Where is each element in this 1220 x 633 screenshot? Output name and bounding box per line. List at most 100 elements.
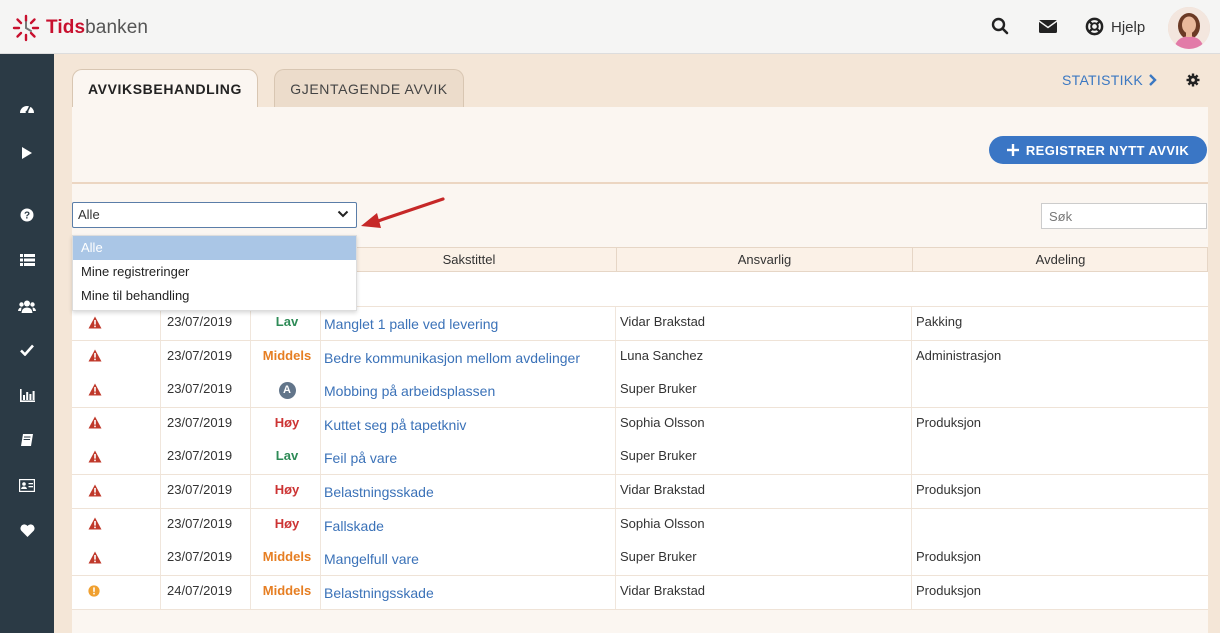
chevron-right-icon: [1149, 74, 1157, 86]
table-row[interactable]: 23/07/2019 Lav Manglet 1 palle ved leverin…: [72, 307, 1208, 341]
filter-option-mine-til-behandling[interactable]: Mine til behandling: [73, 284, 356, 308]
table-row[interactable]: 23/07/2019 A Mobbing på arbeidsplassen Supe…: [72, 374, 1208, 409]
case-title-link[interactable]: Manglet 1 palle ved levering: [324, 307, 498, 340]
heart-icon[interactable]: [17, 520, 37, 540]
column-divider: [250, 374, 251, 408]
play-icon[interactable]: [17, 143, 37, 163]
column-header-sakstittel[interactable]: Sakstittel: [321, 248, 616, 271]
priority-label: Høy: [274, 414, 300, 430]
chevron-down-icon: [337, 210, 349, 218]
lifebuoy-icon[interactable]: [1083, 15, 1105, 37]
statistics-link[interactable]: STATISTIKK: [1062, 72, 1158, 88]
department-cell: Administrasjon: [916, 347, 1002, 363]
bar-chart-icon[interactable]: [17, 385, 37, 405]
warning-icon: [88, 374, 104, 407]
column-divider: [160, 407, 161, 441]
logo[interactable]: Tidsbanken: [12, 14, 148, 42]
case-title-link[interactable]: Fallskade: [324, 509, 384, 542]
filter-option-mine-registreringer[interactable]: Mine registreringer: [73, 260, 356, 284]
register-new-deviation-button[interactable]: REGISTRER NYTT AVVIK: [989, 136, 1207, 164]
column-divider: [911, 508, 912, 542]
check-icon[interactable]: [17, 340, 37, 360]
plus-icon: [1006, 144, 1019, 156]
column-divider: [615, 475, 616, 508]
gear-icon[interactable]: [1186, 73, 1200, 87]
table-row[interactable]: 23/07/2019 Middels Bedre kommunikasjon mel…: [72, 340, 1208, 375]
warning-icon: [88, 542, 104, 575]
column-divider: [615, 542, 616, 576]
responsible-cell: Luna Sanchez: [620, 347, 704, 363]
column-divider: [911, 407, 912, 441]
department-cell: Pakking: [916, 314, 963, 329]
avatar[interactable]: [1168, 7, 1210, 49]
table-row[interactable]: 23/07/2019 Høy Belastningsskade Vidar Braks…: [72, 475, 1208, 509]
warning-icon: [88, 509, 104, 542]
svg-text:?: ?: [24, 211, 30, 222]
book-icon[interactable]: [17, 430, 37, 450]
deviation-panel: REGISTRER NYTT AVVIK Alle Alle Mine regi…: [72, 107, 1208, 633]
column-divider: [160, 374, 161, 408]
column-header-avdeling[interactable]: Avdeling: [912, 248, 1208, 271]
column-divider: [911, 374, 912, 408]
dashboard-icon[interactable]: [17, 98, 37, 118]
logo-text-part2: banken: [85, 17, 149, 38]
help-link[interactable]: Hjelp: [1111, 19, 1145, 36]
column-divider: [615, 508, 616, 542]
case-title-link[interactable]: Kuttet seg på tapetkniv: [324, 408, 466, 441]
search-icon[interactable]: [989, 15, 1011, 37]
table-row[interactable]: 24/07/2019 Middels Belastningsskade Vidar B…: [72, 575, 1208, 610]
case-title-link[interactable]: Mobbing på arbeidsplassen: [324, 374, 495, 407]
case-title-link[interactable]: Feil på vare: [324, 441, 397, 474]
priority-label: Høy: [274, 515, 300, 531]
list-icon[interactable]: [17, 250, 37, 270]
date-cell: 23/07/2019: [167, 414, 233, 430]
column-divider: [250, 508, 251, 542]
date-cell: 23/07/2019: [167, 549, 233, 565]
column-divider: [160, 508, 161, 542]
tab-gjentagende-avvik[interactable]: GJENTAGENDE AVVIK: [274, 69, 464, 107]
column-divider: [250, 407, 251, 441]
id-card-icon[interactable]: [17, 475, 37, 495]
case-title-link[interactable]: Belastningsskade: [324, 475, 434, 508]
divider: [72, 182, 1208, 184]
table-row[interactable]: 23/07/2019 Middels Mangelfull vare Super Br…: [72, 542, 1208, 577]
date-cell: 23/07/2019: [167, 347, 233, 363]
column-divider: [911, 441, 912, 475]
responsible-cell: Sophia Olsson: [620, 515, 705, 531]
filter-option-alle[interactable]: Alle: [73, 236, 356, 260]
users-icon[interactable]: [17, 296, 37, 316]
table-row[interactable]: 23/07/2019 Høy Fallskade Sophia Olsson: [72, 508, 1208, 543]
department-cell: Produksjon: [916, 482, 982, 497]
case-title-link[interactable]: Mangelfull vare: [324, 542, 419, 575]
table-row[interactable]: 23/07/2019 Høy Kuttet seg på tapetkniv Soph…: [72, 407, 1208, 442]
statistics-link-label: STATISTIKK: [1062, 72, 1144, 88]
filter-select[interactable]: Alle: [72, 202, 357, 228]
column-header-ansvarlig[interactable]: Ansvarlig: [616, 248, 912, 271]
tab-avviksbehandling[interactable]: AVVIKSBEHANDLING: [72, 69, 258, 108]
department-cell: Produksjon: [916, 414, 982, 430]
case-title-link[interactable]: Belastningsskade: [324, 576, 434, 609]
table-row[interactable]: 23/07/2019 Lav Feil på vare Super Bruker: [72, 441, 1208, 476]
responsible-cell: Vidar Brakstad: [620, 482, 706, 497]
column-divider: [250, 475, 251, 508]
filter-dropdown: Alle Mine registreringer Mine til behand…: [72, 235, 357, 311]
warning-icon: [88, 441, 104, 474]
search-input[interactable]: [1041, 203, 1207, 229]
main-content: AVVIKSBEHANDLING GJENTAGENDE AVVIK STATI…: [54, 54, 1220, 633]
logo-text: Tidsbanken: [46, 17, 148, 39]
case-title-link[interactable]: Bedre kommunikasjon mellom avdelinger: [324, 341, 580, 374]
mail-icon[interactable]: [1037, 15, 1059, 37]
column-divider: [911, 575, 912, 609]
responsible-cell: Super Bruker: [620, 549, 697, 565]
column-divider: [911, 307, 912, 340]
column-divider: [615, 340, 616, 374]
question-icon[interactable]: ?: [17, 205, 37, 225]
priority-label: Lav: [275, 448, 299, 464]
column-divider: [911, 542, 912, 576]
column-divider: [615, 575, 616, 609]
register-button-label: REGISTRER NYTT AVVIK: [1025, 142, 1190, 158]
date-cell: 23/07/2019: [167, 448, 233, 464]
logo-text-part1: Tids: [46, 17, 86, 38]
column-divider: [160, 542, 161, 576]
date-cell: 23/07/2019: [167, 515, 233, 531]
